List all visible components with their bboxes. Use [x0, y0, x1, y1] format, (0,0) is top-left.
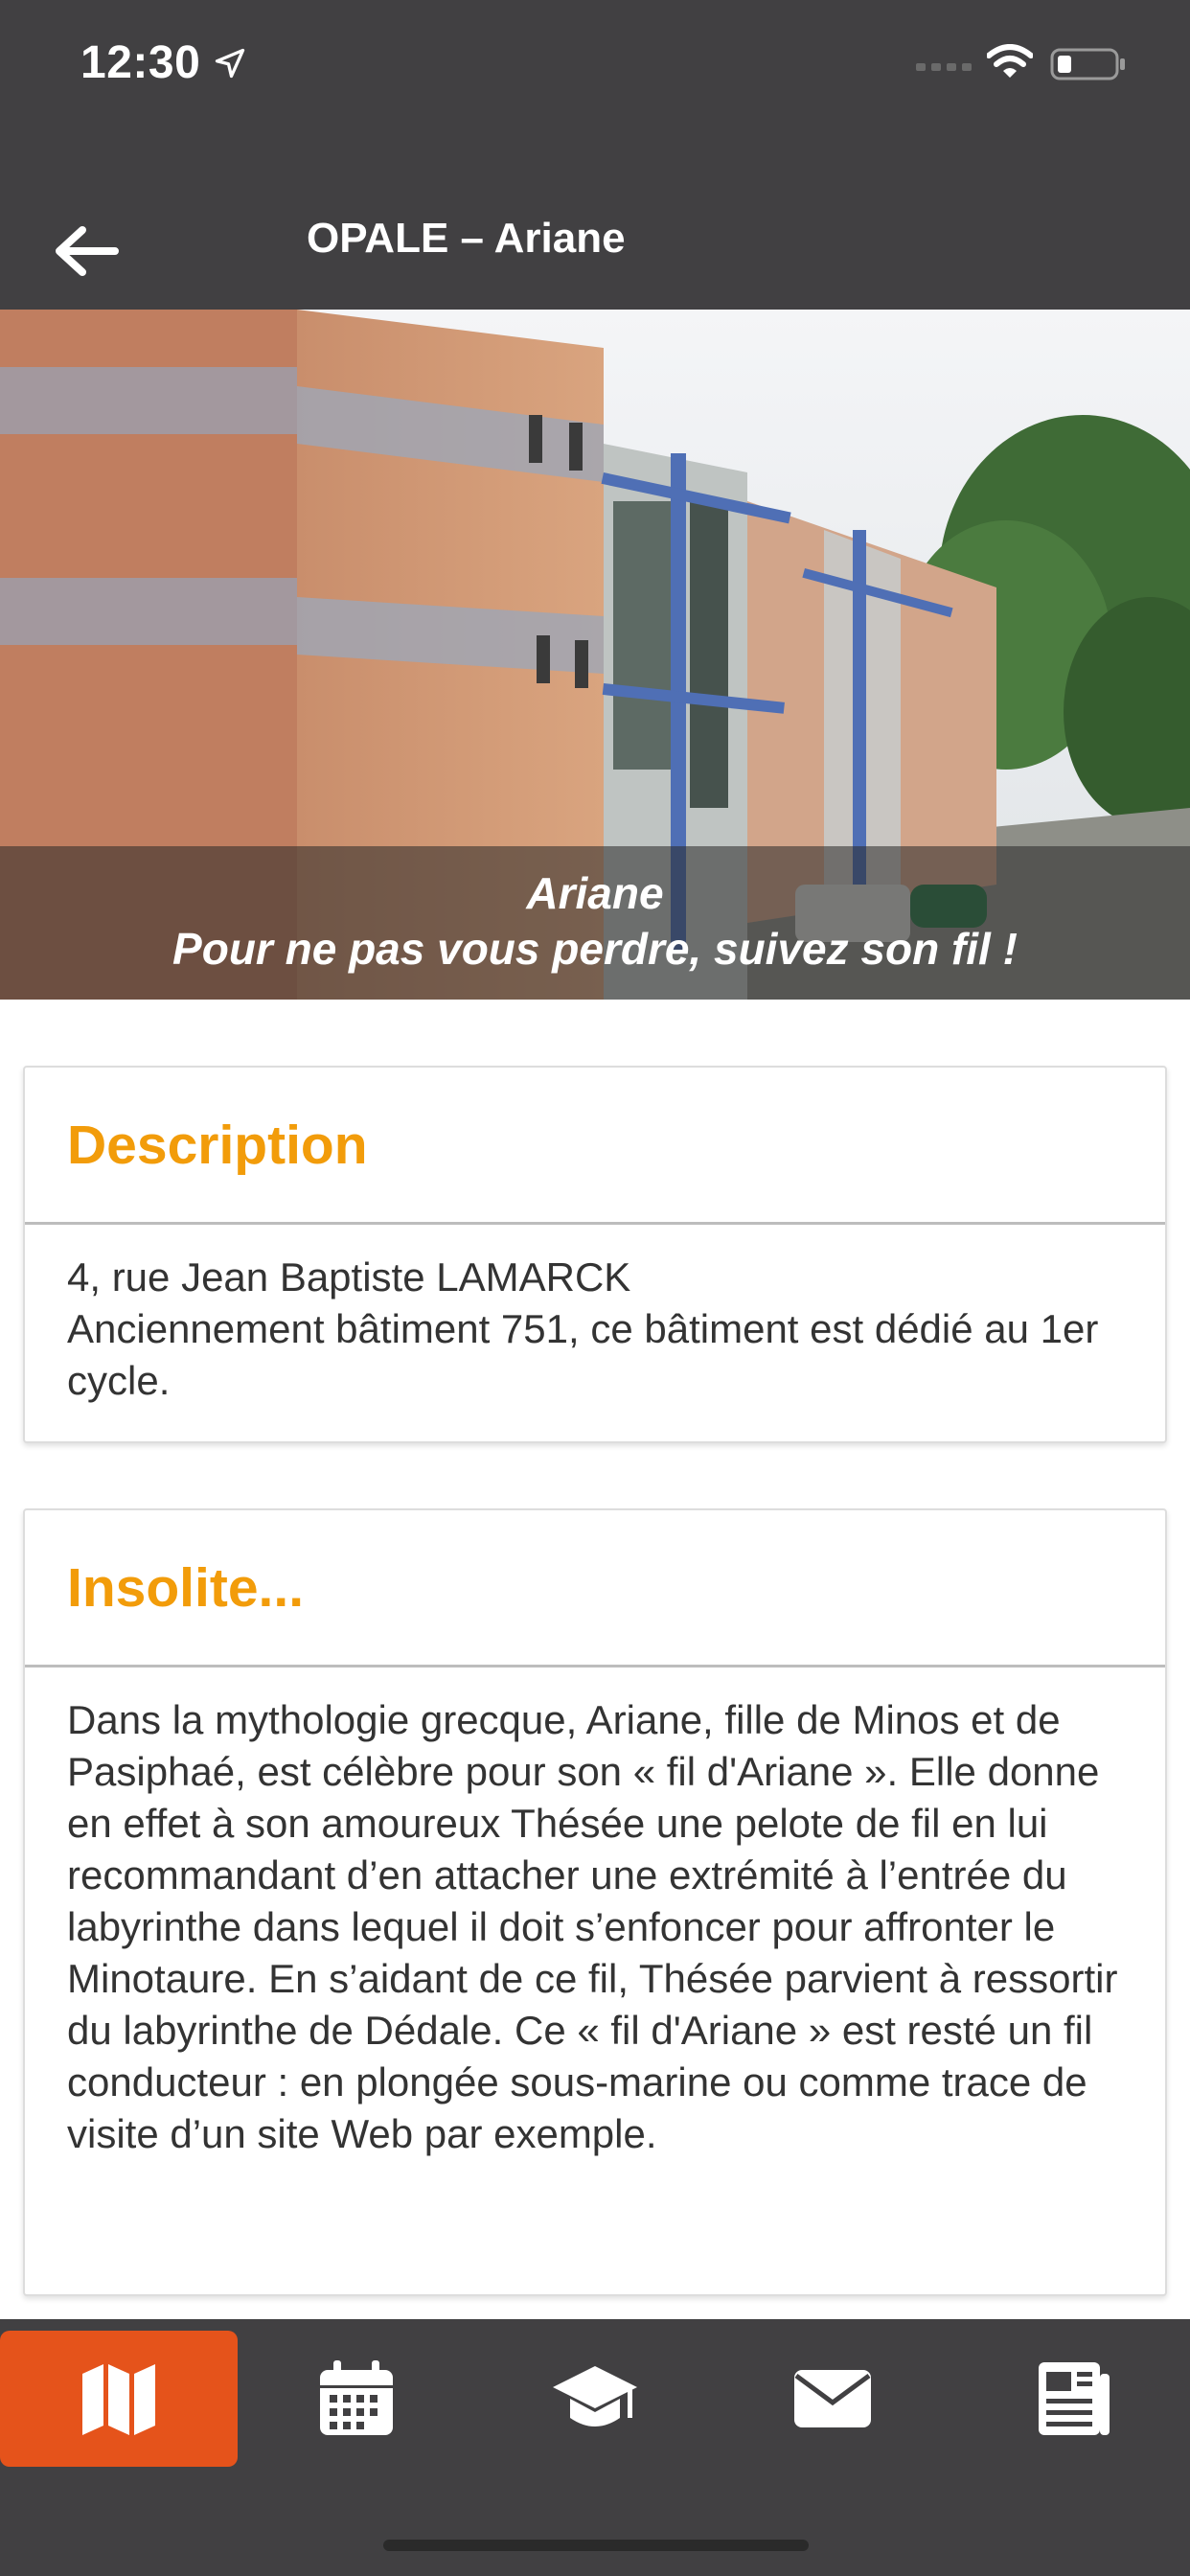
back-button[interactable]	[48, 213, 125, 289]
insolite-title: Insolite...	[67, 1556, 305, 1619]
tab-mail[interactable]	[714, 2331, 951, 2467]
tab-education[interactable]	[476, 2331, 714, 2467]
top-bar: 12:30 OPALE – Ariane	[0, 0, 1190, 310]
home-indicator	[383, 2540, 809, 2551]
tab-news[interactable]	[952, 2331, 1190, 2467]
calendar-icon	[320, 2360, 393, 2435]
bottom-tab-bar	[0, 2319, 1190, 2576]
hero-caption: Ariane Pour ne pas vous perdre, suivez s…	[0, 846, 1190, 1000]
insolite-text: Dans la mythologie grecque, Ariane, fill…	[67, 1697, 1118, 2156]
description-text: Anciennement bâtiment 751, ce bâtiment e…	[67, 1306, 1099, 1403]
battery-icon	[1050, 48, 1125, 80]
description-address: 4, rue Jean Baptiste LAMARCK	[67, 1254, 631, 1300]
description-card-header: Description	[25, 1068, 1165, 1225]
envelope-icon	[794, 2370, 871, 2427]
description-card: Description 4, rue Jean Baptiste LAMARCK…	[23, 1066, 1167, 1443]
status-time: 12:30	[80, 37, 201, 88]
hero-caption-subtitle: Pour ne pas vous perdre, suivez son fil …	[172, 924, 1018, 974]
insolite-body: Dans la mythologie grecque, Ariane, fill…	[25, 1668, 1165, 2160]
tab-map[interactable]	[0, 2331, 238, 2467]
page-title: OPALE – Ariane	[307, 215, 626, 262]
location-arrow-icon	[215, 48, 245, 79]
hero-caption-title: Ariane	[526, 868, 664, 918]
wifi-icon	[987, 44, 1033, 78]
cell-signal-icon	[916, 63, 972, 71]
tab-calendar[interactable]	[238, 2331, 475, 2467]
description-title: Description	[67, 1114, 368, 1176]
newspaper-icon	[1039, 2362, 1110, 2435]
arrow-left-icon	[56, 226, 119, 276]
building-photo: Ariane Pour ne pas vous perdre, suivez s…	[0, 310, 1190, 1000]
graduation-cap-icon	[553, 2366, 637, 2426]
map-icon	[82, 2364, 155, 2435]
insolite-card: Insolite... Dans la mythologie grecque, …	[23, 1508, 1167, 2296]
insolite-card-header: Insolite...	[25, 1510, 1165, 1668]
description-body: 4, rue Jean Baptiste LAMARCK Anciennemen…	[25, 1225, 1165, 1407]
